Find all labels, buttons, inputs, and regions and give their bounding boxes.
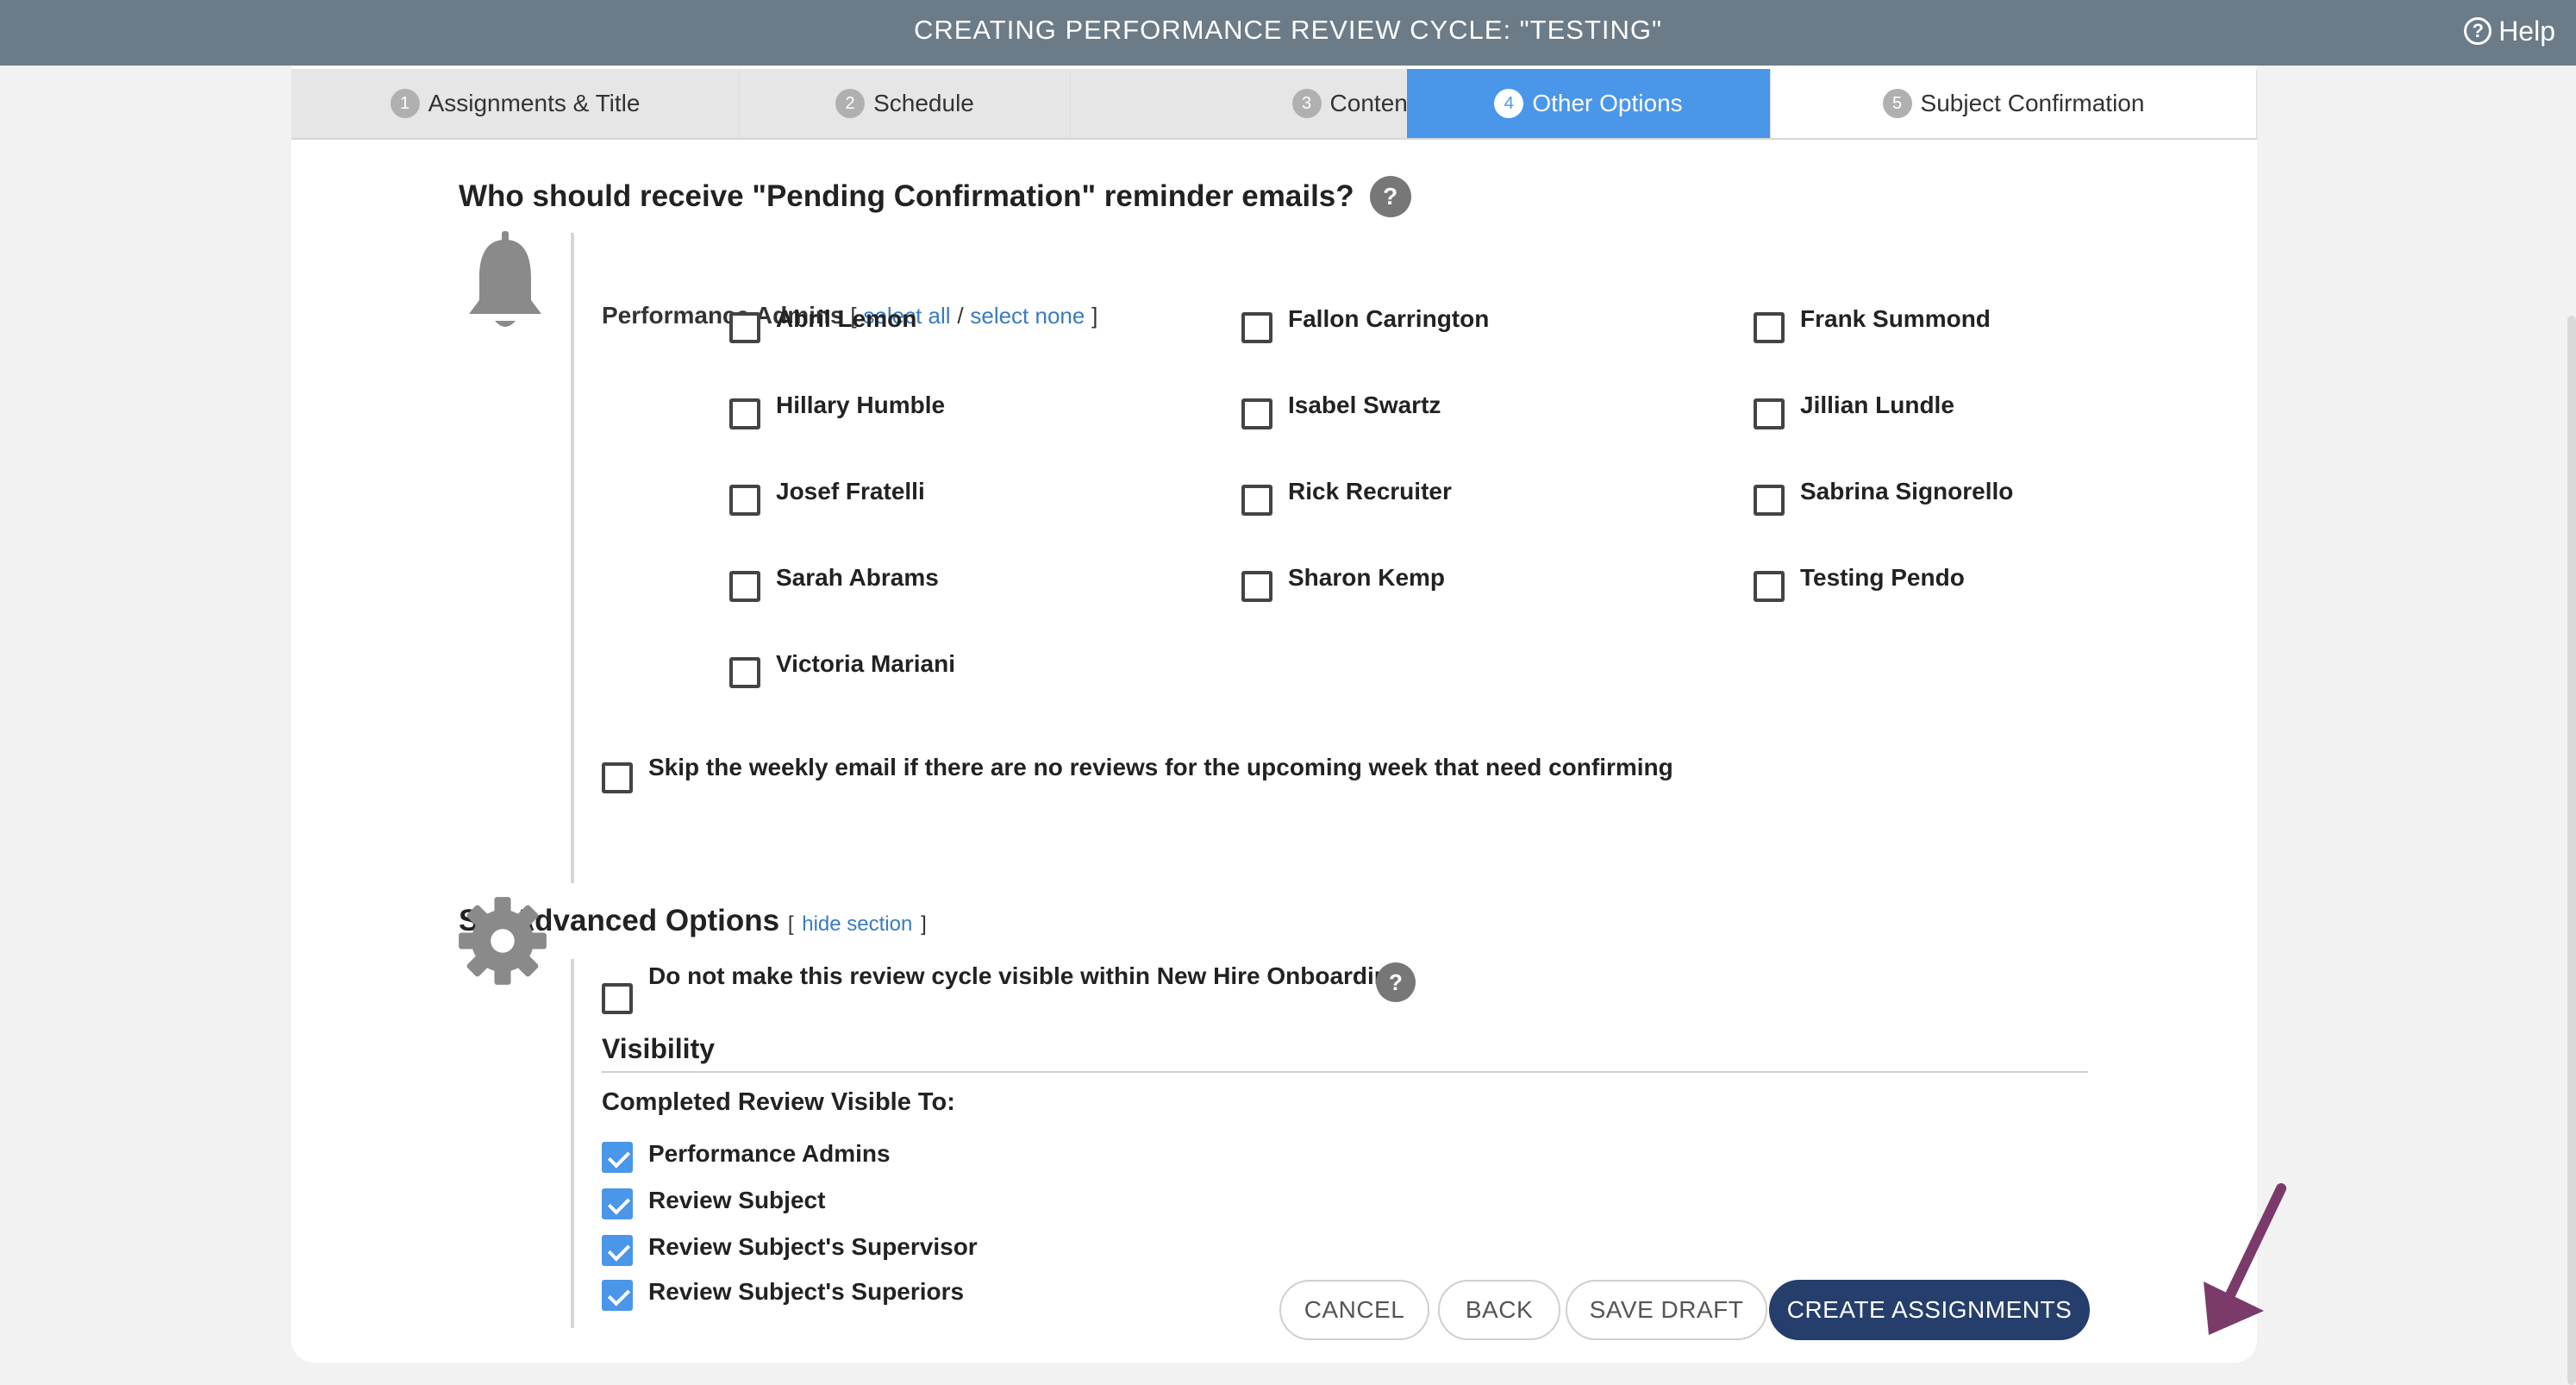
admin-checkbox-isabel-swartz[interactable] — [1241, 398, 1272, 429]
wizard-tabs: 1 Assignments & Title 2 Schedule 3 Conte… — [291, 69, 2257, 140]
visible-to-supervisor-checkbox[interactable] — [602, 1235, 633, 1266]
admin-label: Hillary Humble — [776, 392, 946, 418]
help-icon: ? — [2464, 17, 2492, 45]
bracket-close: ] — [1091, 303, 1098, 329]
help-link[interactable]: ? Help — [2464, 14, 2555, 48]
admin-checkbox-sarah-abrams[interactable] — [729, 571, 760, 602]
admin-label: Abril Lemon — [776, 305, 917, 332]
visible-to-label: Review Subject's Superiors — [648, 1278, 965, 1305]
bell-icon — [469, 231, 541, 327]
admin-checkbox-victoria-mariani[interactable] — [729, 657, 760, 688]
tab-subject-confirmation[interactable]: 5 Subject Confirmation — [1771, 69, 2257, 138]
tab-other-options[interactable]: 4 Other Options — [1407, 69, 1771, 138]
visibility-divider — [602, 1071, 2088, 1073]
visible-to-review-subject-checkbox[interactable] — [602, 1188, 633, 1219]
visible-to-performance-admins-checkbox[interactable] — [602, 1142, 633, 1173]
bracket-close: ] — [921, 912, 927, 936]
admin-checkbox-rick-recruiter[interactable] — [1241, 485, 1272, 516]
admin-label: Testing Pendo — [1800, 564, 1965, 591]
tab-label: Schedule — [873, 90, 974, 116]
link-separator: / — [957, 303, 964, 329]
gear-icon — [459, 897, 547, 985]
admin-checkbox-testing-pendo[interactable] — [1754, 571, 1785, 602]
top-bar: CREATING PERFORMANCE REVIEW CYCLE: "TEST… — [0, 0, 2576, 66]
admin-label: Fallon Carrington — [1288, 305, 1490, 332]
admin-label: Isabel Swartz — [1288, 392, 1441, 418]
admin-label: Victoria Mariani — [776, 650, 956, 677]
tab-schedule[interactable]: 2 Schedule — [740, 69, 1071, 138]
admin-checkbox-abril-lemon[interactable] — [729, 312, 760, 343]
help-label: Help — [2498, 15, 2555, 47]
visible-to-label: Review Subject's Supervisor — [648, 1233, 978, 1260]
annotation-arrow-icon — [2204, 1183, 2286, 1335]
skip-weekly-checkbox[interactable] — [602, 762, 633, 793]
admin-label: Sabrina Signorello — [1800, 478, 2014, 504]
admin-label: Frank Summond — [1800, 305, 1991, 332]
admin-label: Josef Fratelli — [776, 478, 925, 504]
onboarding-visibility-checkbox[interactable] — [602, 983, 633, 1014]
step-number-badge: 4 — [1494, 89, 1524, 118]
create-assignments-button[interactable]: CREATE ASSIGNMENTS — [1769, 1280, 2090, 1340]
section-divider — [571, 233, 574, 883]
onboarding-visibility-label: Do not make this review cycle visible wi… — [648, 962, 1410, 989]
save-draft-button[interactable]: SAVE DRAFT — [1566, 1280, 1767, 1340]
admin-label: Sharon Kemp — [1288, 564, 1446, 591]
step-number-badge: 1 — [390, 89, 420, 118]
tab-label: Subject Confirmation — [1920, 90, 2145, 116]
admin-checkbox-frank-summond[interactable] — [1754, 312, 1785, 343]
tab-assignments-title[interactable]: 1 Assignments & Title — [291, 69, 740, 138]
main-card: 1 Assignments & Title 2 Schedule 3 Conte… — [291, 66, 2286, 1363]
question-help-icon[interactable]: ? — [1369, 176, 1411, 217]
page-title: CREATING PERFORMANCE REVIEW CYCLE: "TEST… — [913, 15, 1663, 45]
completed-visible-to-title: Completed Review Visible To: — [602, 1088, 955, 1116]
visible-to-label: Review Subject — [648, 1187, 826, 1213]
page-scrollbar[interactable] — [2567, 316, 2576, 1385]
admin-checkbox-sabrina-signorello[interactable] — [1754, 485, 1785, 516]
step-number-badge: 3 — [1291, 89, 1322, 118]
step-number-badge: 2 — [835, 89, 866, 118]
hide-section-link[interactable]: hide section — [802, 912, 912, 936]
tab-label: Assignments & Title — [428, 90, 641, 116]
section-divider — [571, 959, 574, 1328]
step-number-badge: 5 — [1882, 89, 1912, 118]
reminder-question-heading: Who should receive "Pending Confirmation… — [459, 176, 1411, 217]
admin-checkbox-hillary-humble[interactable] — [729, 398, 760, 429]
admin-checkbox-fallon-carrington[interactable] — [1241, 312, 1272, 343]
reminder-question-text: Who should receive "Pending Confirmation… — [459, 179, 1354, 213]
admin-label: Sarah Abrams — [776, 564, 939, 591]
admin-checkbox-jillian-lundle[interactable] — [1754, 398, 1785, 429]
visible-to-label: Performance Admins — [648, 1140, 891, 1167]
select-none-link[interactable]: select none — [970, 303, 1085, 329]
visible-to-superiors-checkbox[interactable] — [602, 1280, 633, 1311]
cancel-button[interactable]: CANCEL — [1279, 1280, 1429, 1340]
onboarding-help-icon[interactable]: ? — [1376, 962, 1416, 1002]
admin-label: Jillian Lundle — [1800, 392, 1954, 418]
admin-label: Rick Recruiter — [1288, 478, 1452, 504]
admin-checkbox-josef-fratelli[interactable] — [729, 485, 760, 516]
admin-checkbox-sharon-kemp[interactable] — [1241, 571, 1272, 602]
back-button[interactable]: BACK — [1438, 1280, 1560, 1340]
visibility-title: Visibility — [602, 1033, 716, 1064]
bracket-open: [ — [787, 912, 794, 936]
skip-weekly-label: Skip the weekly email if there are no re… — [648, 754, 1673, 780]
tab-label: Other Options — [1532, 90, 1683, 116]
